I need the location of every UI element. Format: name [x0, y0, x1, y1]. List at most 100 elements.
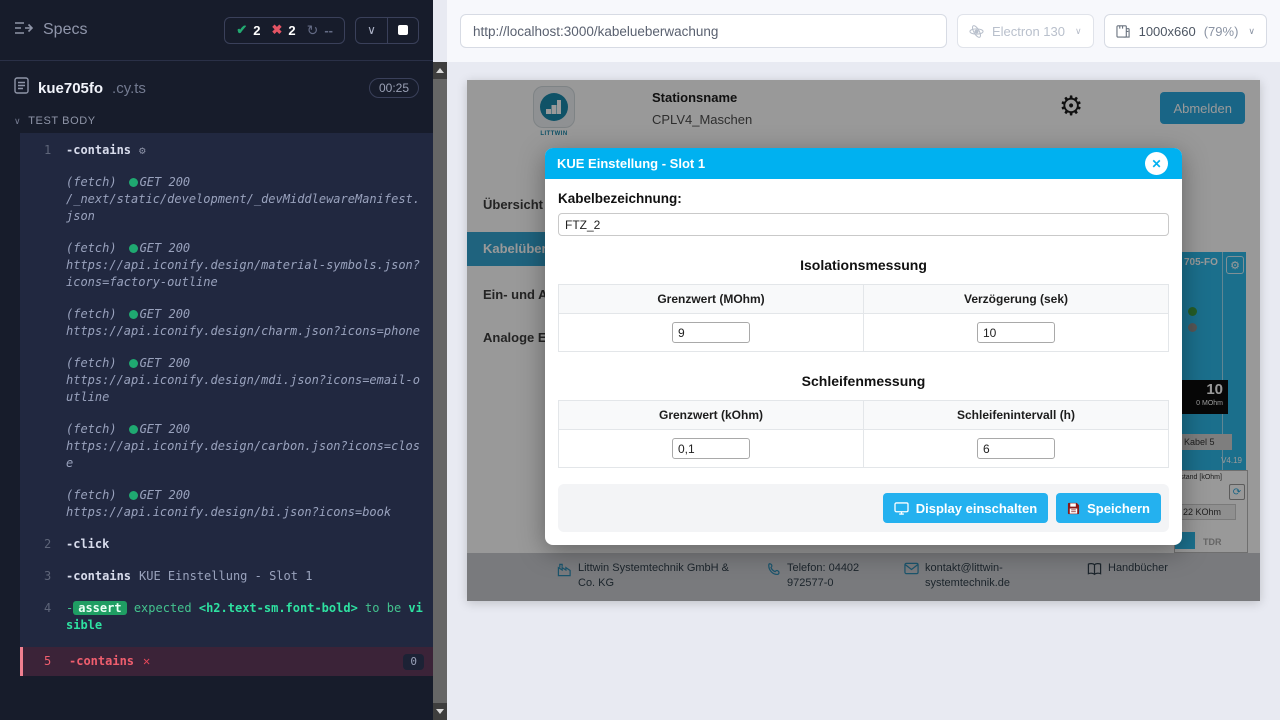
column-header: Schleifenintervall (h)	[864, 401, 1168, 429]
chevron-down-icon: ∨	[1075, 26, 1082, 37]
fetch-label: (fetch)	[66, 241, 117, 255]
column-header: Grenzwert (MOhm)	[559, 285, 864, 313]
test-body-section[interactable]: ∨ TEST BODY	[0, 109, 433, 133]
table-value-row	[559, 314, 1168, 351]
command-number: 4	[20, 600, 66, 634]
command-number: 1	[20, 142, 66, 159]
viewport-size: 1000x660	[1139, 24, 1196, 39]
status-dot-icon	[129, 491, 138, 500]
fetch-url: /_next/static/development/_devMiddleware…	[66, 192, 420, 223]
stop-icon	[398, 25, 408, 35]
spec-file-icon	[14, 77, 29, 99]
fetch-status: GET 200	[140, 488, 191, 502]
iso-limit-input[interactable]	[672, 322, 750, 343]
command-row-4-assert[interactable]: 4 -assert expected <h2.text-sm.font-bold…	[20, 597, 433, 637]
command-row-2[interactable]: 2 -click	[20, 533, 433, 556]
loop-interval-input[interactable]	[977, 438, 1055, 459]
fetch-status: GET 200	[140, 241, 191, 255]
save-button[interactable]: Speichern	[1056, 493, 1161, 523]
fetch-log-row[interactable]: (fetch)GET 200 https://api.iconify.desig…	[20, 352, 433, 409]
passed-check-icon: ✔	[236, 22, 247, 38]
viewport-select[interactable]: 1000x660 (79%) ∨	[1104, 14, 1267, 48]
command-name: -click	[66, 537, 109, 551]
scroll-down-arrow-icon[interactable]	[436, 709, 444, 714]
fetch-log-row[interactable]: (fetch) GET 200 /_next/static/development…	[20, 171, 433, 228]
table-header-row: Grenzwert (kOhm) Schleifenintervall (h)	[559, 401, 1168, 430]
assert-text: to be	[365, 601, 401, 615]
pending-restart-icon: ↻	[307, 22, 319, 39]
fetch-log-row[interactable]: (fetch)GET 200 https://api.iconify.desig…	[20, 418, 433, 475]
fetch-status: GET 200	[140, 422, 191, 436]
collapse-button[interactable]: ∨	[356, 18, 387, 43]
command-row-3[interactable]: 3 -contains KUE Einstellung - Slot 1	[20, 565, 433, 588]
isolation-table: Grenzwert (MOhm) Verzögerung (sek)	[558, 284, 1169, 352]
modal-title: KUE Einstellung - Slot 1	[557, 156, 705, 171]
cable-designation-input[interactable]	[558, 213, 1169, 236]
gear-icon: ⚙	[139, 144, 146, 157]
isolation-section-title: Isolationsmessung	[558, 257, 1169, 273]
status-dot-icon	[129, 178, 138, 187]
table-value-row	[559, 430, 1168, 467]
stop-button[interactable]	[387, 18, 418, 43]
monitor-icon	[894, 502, 909, 515]
command-row-5-failed[interactable]: 5 -contains✕ 0	[20, 647, 433, 676]
cable-designation-label: Kabelbezeichnung:	[558, 191, 1169, 206]
command-number: 2	[20, 536, 66, 553]
fetch-status: GET 200	[140, 356, 191, 370]
specs-label[interactable]: Specs	[43, 21, 87, 39]
display-on-button[interactable]: Display einschalten	[883, 493, 1048, 523]
command-row-1[interactable]: 1 -contains⚙	[20, 139, 433, 162]
reporter-header: Specs ✔ 2 ✖ 2 ↻ -- ∨	[0, 0, 433, 61]
url-input[interactable]	[460, 14, 947, 48]
stat-failed: ✖ 2	[271, 22, 295, 38]
chevron-down-icon: ∨	[367, 23, 376, 37]
assert-text: expected	[134, 601, 192, 615]
fetch-log-row[interactable]: (fetch)GET 200 https://api.iconify.desig…	[20, 484, 433, 524]
specs-menu-icon[interactable]	[14, 20, 33, 41]
loop-limit-input[interactable]	[672, 438, 750, 459]
loop-table: Grenzwert (kOhm) Schleifenintervall (h)	[558, 400, 1169, 468]
spec-duration-badge: 00:25	[369, 78, 419, 98]
modal-close-button[interactable]: ✕	[1145, 152, 1168, 175]
fetch-status: GET 200	[140, 307, 191, 321]
command-name: -contains	[66, 569, 131, 583]
retry-count-badge: 0	[403, 654, 424, 670]
command-arg: KUE Einstellung - Slot 1	[139, 569, 312, 583]
spec-file-name: kue705fo	[38, 80, 103, 97]
command-number: 3	[20, 568, 66, 585]
fetch-status: GET 200	[140, 175, 191, 189]
scroll-up-arrow-icon[interactable]	[436, 68, 444, 73]
aut-stage: LITTWIN Stationsname CPLV4_Maschen ⚙ Abm…	[447, 62, 1280, 720]
browser-name: Electron 130	[992, 24, 1065, 39]
fetch-url: https://api.iconify.design/mdi.json?icon…	[66, 373, 420, 404]
electron-icon	[969, 24, 984, 39]
status-dot-icon	[129, 244, 138, 253]
cypress-reporter: Specs ✔ 2 ✖ 2 ↻ -- ∨ kue705fo.cy.	[0, 0, 433, 720]
stat-pending: ↻ --	[307, 22, 333, 39]
chevron-down-icon: ∨	[1248, 26, 1255, 37]
status-dot-icon	[129, 310, 138, 319]
fetch-label: (fetch)	[66, 175, 117, 189]
reporter-scrollbar[interactable]	[433, 62, 447, 720]
spec-file-row[interactable]: kue705fo.cy.ts 00:25	[0, 61, 433, 109]
fetch-label: (fetch)	[66, 307, 117, 321]
assert-badge: assert	[73, 601, 126, 615]
command-name: -contains	[69, 654, 134, 668]
browser-select[interactable]: Electron 130 ∨	[957, 14, 1094, 48]
modal-header: KUE Einstellung - Slot 1 ✕	[545, 148, 1182, 179]
viewport-ruler-icon	[1116, 24, 1131, 38]
section-chevron-icon: ∨	[14, 116, 21, 127]
iso-delay-input[interactable]	[977, 322, 1055, 343]
floppy-save-icon	[1067, 502, 1080, 515]
fetch-url: https://api.iconify.design/material-symb…	[66, 258, 420, 289]
modal-footer: Display einschalten Speichern	[558, 484, 1169, 532]
scrollbar-thumb[interactable]	[433, 79, 447, 703]
fetch-label: (fetch)	[66, 422, 117, 436]
fetch-log-row[interactable]: (fetch) GET 200 https://api.iconify.desig…	[20, 303, 433, 343]
section-label: TEST BODY	[28, 115, 96, 127]
runner-workarea: Electron 130 ∨ 1000x660 (79%) ∨	[447, 0, 1280, 720]
failed-x-icon: ✖	[271, 22, 282, 38]
fetch-url: https://api.iconify.design/charm.json?ic…	[66, 324, 420, 338]
fetch-log-row[interactable]: (fetch) GET 200 https://api.iconify.desig…	[20, 237, 433, 294]
pending-count: --	[324, 23, 333, 38]
